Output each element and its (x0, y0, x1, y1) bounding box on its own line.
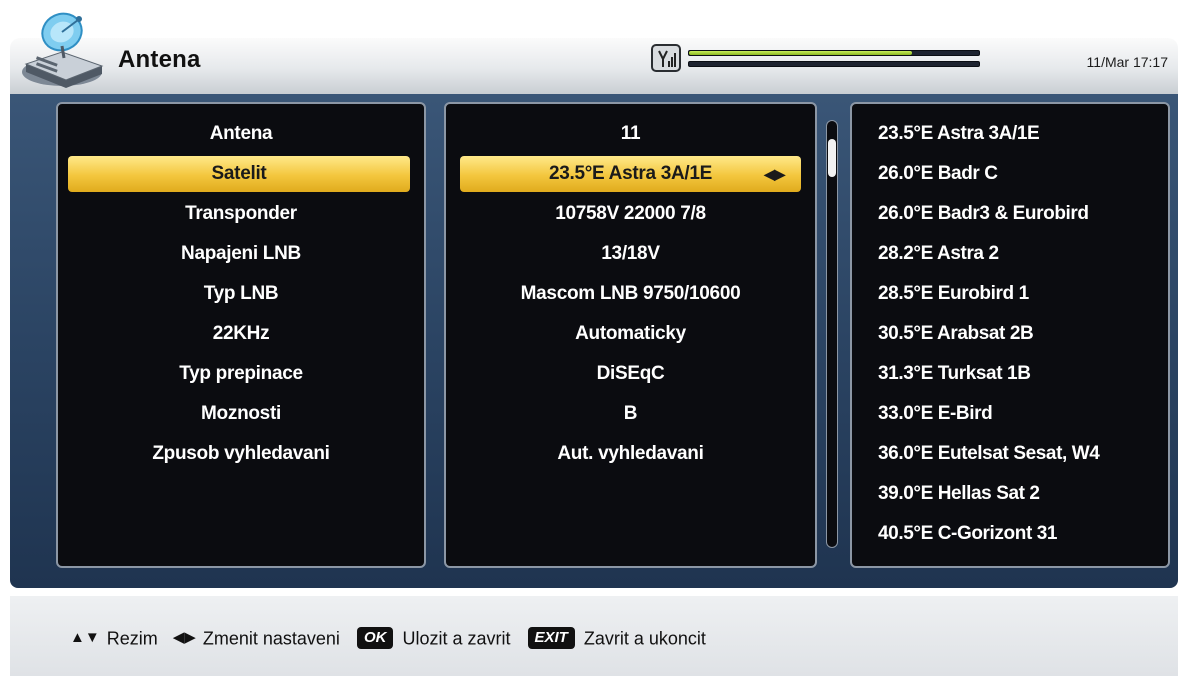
signal-strength-fill (689, 51, 913, 55)
satellite-list-panel: 23.5°E Astra 3A/1E 26.0°E Badr C 26.0°E … (850, 102, 1170, 568)
setting-value-napajeni-lnb[interactable]: 13/18V (446, 236, 815, 272)
left-right-arrows-icon: ◀▶ (764, 166, 785, 182)
satellite-list-item[interactable]: 26.0°E Badr C (878, 156, 998, 192)
datetime: 11/Mar 17:17 (1086, 54, 1168, 70)
satellite-list-item[interactable]: 28.2°E Astra 2 (878, 236, 999, 272)
signal-meter (688, 47, 980, 69)
scrollbar-thumb[interactable] (828, 139, 836, 177)
setting-value-moznosti[interactable]: B (446, 396, 815, 432)
satellite-list-item[interactable]: 33.0°E E-Bird (878, 396, 993, 432)
settings-labels-panel: Antena Satelit Transponder Napajeni LNB … (56, 102, 426, 568)
help-ok-label: Ulozit a zavrit (402, 628, 511, 649)
signal-tower-icon (651, 44, 681, 72)
help-bar: ▲▼ Rezim ◀▶ Zmenit nastaveni OK Ulozit a… (70, 624, 706, 650)
setting-label-22khz[interactable]: 22KHz (58, 316, 424, 352)
satellite-list-item[interactable]: 26.0°E Badr3 & Eurobird (878, 196, 1089, 232)
ok-key-badge: OK (356, 627, 394, 650)
setting-label-typ-lnb[interactable]: Typ LNB (58, 276, 424, 312)
satellite-list-item[interactable]: 36.0°E Eutelsat Sesat, W4 (878, 436, 1100, 472)
setting-value-zpusob-vyhledavani[interactable]: Aut. vyhledavani (446, 436, 815, 472)
satellite-list-item[interactable]: 28.5°E Eurobird 1 (878, 276, 1029, 312)
setting-value-typ-lnb[interactable]: Mascom LNB 9750/10600 (446, 276, 815, 312)
setting-value-transponder[interactable]: 10758V 22000 7/8 (446, 196, 815, 232)
help-change-label: Zmenit nastaveni (202, 628, 340, 649)
up-down-arrows-icon: ▲▼ (70, 629, 100, 647)
setting-label-zpusob-vyhledavani[interactable]: Zpusob vyhledavani (58, 436, 424, 472)
satellite-list-item[interactable]: 31.3°E Turksat 1B (878, 356, 1031, 392)
signal-strength-bar (688, 50, 980, 56)
setting-label-satelit[interactable]: Satelit (68, 156, 410, 192)
scrollbar[interactable] (826, 120, 838, 548)
satellite-list-item[interactable]: 40.5°E C-Gorizont 31 (878, 516, 1057, 552)
setting-value-antena[interactable]: 11 (446, 116, 815, 152)
setting-label-moznosti[interactable]: Moznosti (58, 396, 424, 432)
satellite-list-item[interactable]: 23.5°E Astra 3A/1E (878, 116, 1040, 152)
exit-key-badge: EXIT (527, 627, 575, 650)
satellite-dish-icon (22, 12, 104, 88)
setting-label-napajeni-lnb[interactable]: Napajeni LNB (58, 236, 424, 272)
page-title: Antena (118, 46, 201, 73)
setting-value-typ-prepinace[interactable]: DiSEqC (446, 356, 815, 392)
satellite-list-item[interactable]: 30.5°E Arabsat 2B (878, 316, 1034, 352)
satellite-list-item[interactable]: 39.0°E Hellas Sat 2 (878, 476, 1040, 512)
setting-value-satelit-text: 23.5°E Astra 3A/1E (548, 163, 713, 184)
setting-label-antena[interactable]: Antena (58, 116, 424, 152)
left-right-arrows-icon: ◀▶ (172, 629, 196, 647)
setting-label-typ-prepinace[interactable]: Typ prepinace (58, 356, 424, 392)
help-mode-label: Rezim (106, 628, 158, 649)
help-exit-label: Zavrit a ukoncit (583, 628, 706, 649)
signal-quality-bar (688, 61, 980, 67)
setting-value-22khz[interactable]: Automaticky (446, 316, 815, 352)
settings-values-panel: 11 23.5°E Astra 3A/1E ◀▶ 10758V 22000 7/… (444, 102, 817, 568)
setting-label-transponder[interactable]: Transponder (58, 196, 424, 232)
setting-value-satelit[interactable]: 23.5°E Astra 3A/1E ◀▶ (460, 156, 801, 192)
